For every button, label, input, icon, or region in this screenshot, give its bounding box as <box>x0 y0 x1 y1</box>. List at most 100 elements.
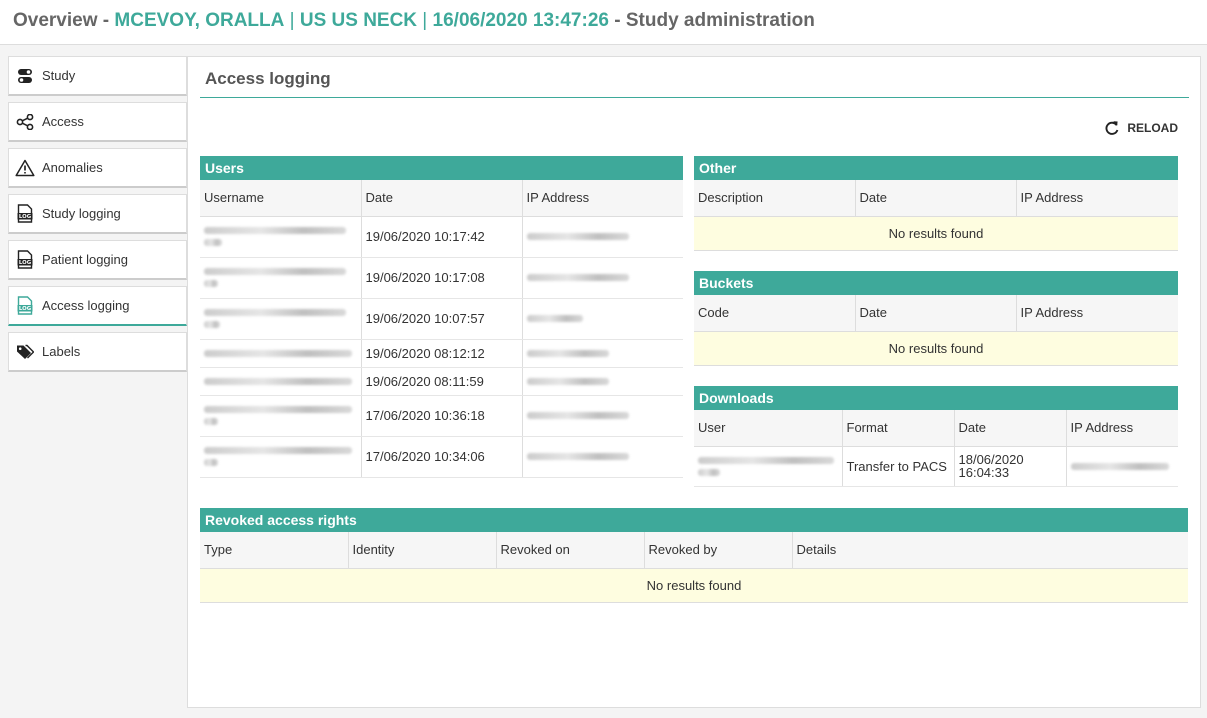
access-date: 17/06/2020 10:34:06 <box>361 436 523 478</box>
table-row: Transfer to PACS 18/06/2020 16:04:33 <box>694 446 1178 487</box>
column-header-ip-address[interactable]: IP Address <box>1016 180 1178 217</box>
log-icon: LOG <box>15 250 35 270</box>
sidebar-item-label: Access logging <box>42 298 130 313</box>
column-header-ip-address[interactable]: IP Address <box>1016 295 1178 332</box>
users-panel: Users Username Date IP Address 19/06/202… <box>200 156 683 478</box>
redacted-username <box>200 339 362 368</box>
sidebar-item-labels[interactable]: Labels <box>8 332 187 372</box>
users-panel-title: Users <box>200 156 683 180</box>
table-row: 19/06/2020 10:17:08 <box>200 257 683 299</box>
sidebar-item-label: Anomalies <box>42 160 103 175</box>
redacted-ip-address <box>522 436 683 478</box>
redacted-ip-address <box>522 298 683 340</box>
column-header-identity[interactable]: Identity <box>348 532 497 569</box>
other-table: Description Date IP Address No results f… <box>694 180 1178 251</box>
header-study-datetime: 16/06/2020 13:47:26 <box>432 10 609 31</box>
access-date: 19/06/2020 10:07:57 <box>361 298 523 340</box>
access-date: 17/06/2020 10:36:18 <box>361 395 523 437</box>
redacted-username <box>200 436 362 478</box>
revoked-access-panel: Revoked access rights Type Identity Revo… <box>200 508 1188 603</box>
sidebar-item-access-logging[interactable]: LOG Access logging <box>8 286 187 326</box>
column-header-format[interactable]: Format <box>842 410 955 447</box>
column-header-username[interactable]: Username <box>200 180 362 217</box>
download-format: Transfer to PACS <box>842 446 955 487</box>
column-header-date[interactable]: Date <box>954 410 1067 447</box>
access-date: 19/06/2020 10:17:42 <box>361 216 523 258</box>
sidebar-item-label: Labels <box>42 344 81 359</box>
revoked-access-table: Type Identity Revoked on Revoked by Deta… <box>200 532 1188 603</box>
table-row: 19/06/2020 08:12:12 <box>200 339 683 368</box>
column-header-type[interactable]: Type <box>200 532 349 569</box>
buckets-panel: Buckets Code Date IP Address No results … <box>694 271 1178 366</box>
svg-text:LOG: LOG <box>19 306 32 312</box>
title-divider <box>200 97 1189 98</box>
redacted-ip-address <box>1066 446 1178 487</box>
column-header-code[interactable]: Code <box>694 295 856 332</box>
sidebar-item-patient-logging[interactable]: LOG Patient logging <box>8 240 187 280</box>
revoked-access-panel-title: Revoked access rights <box>200 508 1188 532</box>
reload-label: RELOAD <box>1127 121 1178 135</box>
empty-results-row: No results found <box>694 216 1178 251</box>
column-header-user[interactable]: User <box>694 410 843 447</box>
other-panel-title: Other <box>694 156 1178 180</box>
access-date: 19/06/2020 08:12:12 <box>361 339 523 368</box>
reload-button[interactable]: RELOAD <box>1104 120 1178 136</box>
column-header-revoked-on[interactable]: Revoked on <box>496 532 645 569</box>
column-header-date[interactable]: Date <box>855 295 1017 332</box>
redacted-username <box>694 446 843 487</box>
log-icon: LOG <box>15 204 35 224</box>
access-date: 19/06/2020 08:11:59 <box>361 367 523 396</box>
empty-results-message: No results found <box>694 216 1178 251</box>
page-header: Overview - MCEVOY, ORALLA | US US NECK |… <box>0 0 1207 45</box>
tags-icon <box>15 342 35 362</box>
reload-icon <box>1104 120 1120 136</box>
buckets-table: Code Date IP Address No results found <box>694 295 1178 366</box>
page-title: Access logging <box>205 69 331 88</box>
download-date: 18/06/2020 16:04:33 <box>954 446 1067 487</box>
column-header-description[interactable]: Description <box>694 180 856 217</box>
redacted-username <box>200 257 362 299</box>
column-header-date[interactable]: Date <box>855 180 1017 217</box>
header-separator: | <box>417 10 433 31</box>
redacted-username <box>200 298 362 340</box>
sidebar-item-access[interactable]: Access <box>8 102 187 142</box>
empty-results-row: No results found <box>200 568 1188 603</box>
table-row: 17/06/2020 10:36:18 <box>200 395 683 437</box>
downloads-table: User Format Date IP Address Transfer to … <box>694 410 1178 487</box>
redacted-username <box>200 367 362 396</box>
redacted-ip-address <box>522 367 683 396</box>
buckets-panel-title: Buckets <box>694 271 1178 295</box>
empty-results-row: No results found <box>694 331 1178 366</box>
redacted-ip-address <box>522 395 683 437</box>
table-row: 19/06/2020 10:07:57 <box>200 298 683 340</box>
sidebar-item-label: Access <box>42 114 84 129</box>
redacted-ip-address <box>522 216 683 258</box>
redacted-ip-address <box>522 257 683 299</box>
warning-icon <box>15 158 35 178</box>
downloads-panel: Downloads User Format Date IP Address Tr… <box>694 386 1178 487</box>
empty-results-message: No results found <box>694 331 1178 366</box>
column-header-ip-address[interactable]: IP Address <box>522 180 683 217</box>
redacted-username <box>200 216 362 258</box>
column-header-revoked-by[interactable]: Revoked by <box>644 532 793 569</box>
table-row: 17/06/2020 10:34:06 <box>200 436 683 478</box>
header-suffix: - Study administration <box>608 10 815 31</box>
toggle-icon <box>15 66 35 86</box>
downloads-panel-title: Downloads <box>694 386 1178 410</box>
column-header-ip-address[interactable]: IP Address <box>1066 410 1178 447</box>
other-panel: Other Description Date IP Address No res… <box>694 156 1178 251</box>
sidebar-item-study-logging[interactable]: LOG Study logging <box>8 194 187 234</box>
sidebar-item-anomalies[interactable]: Anomalies <box>8 148 187 188</box>
column-header-date[interactable]: Date <box>361 180 523 217</box>
sidebar: Study Access Anomalies LOG Study logging… <box>8 56 187 378</box>
sidebar-item-label: Study logging <box>42 206 121 221</box>
table-row: 19/06/2020 10:17:42 <box>200 216 683 258</box>
sidebar-item-study[interactable]: Study <box>8 56 187 96</box>
table-row: 19/06/2020 08:11:59 <box>200 367 683 396</box>
empty-results-message: No results found <box>200 568 1188 603</box>
access-date: 19/06/2020 10:17:08 <box>361 257 523 299</box>
svg-text:LOG: LOG <box>19 214 32 220</box>
column-header-details[interactable]: Details <box>792 532 1188 569</box>
redacted-username <box>200 395 362 437</box>
header-prefix: Overview - <box>13 10 115 31</box>
